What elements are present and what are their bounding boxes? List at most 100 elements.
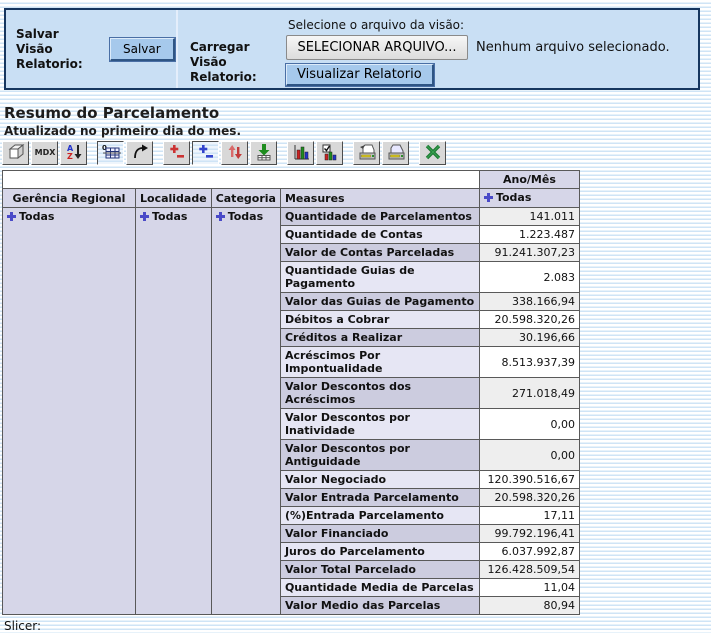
measure-label-cell: Valor Descontos por Inatividade: [280, 409, 479, 440]
drill-replace-button[interactable]: [221, 141, 248, 165]
show-chart-button[interactable]: [287, 141, 314, 165]
measure-value-cell: 141.011: [479, 208, 579, 226]
dimension-member-label: Todas: [19, 210, 54, 223]
measure-label-cell: Valor Total Parcelado: [280, 561, 479, 579]
select-file-button[interactable]: SELECIONAR ARQUIVO...: [286, 35, 468, 60]
measure-label-cell: Valor das Guias de Pagamento: [280, 293, 479, 311]
dimension-member-cell: Todas: [136, 208, 212, 615]
drill-down-icon[interactable]: [484, 192, 493, 205]
plus-minus-red-icon: [168, 143, 186, 164]
drill-down-icon[interactable]: [140, 211, 149, 224]
measure-label-cell: Quantidade Guias de Pagamento: [280, 262, 479, 293]
column-header-row: Ano/Mês: [3, 171, 580, 189]
measure-value-cell: 11,04: [479, 579, 579, 597]
measure-label-cell: Valor Medio das Parcelas: [280, 597, 479, 615]
save-button[interactable]: Salvar: [110, 38, 175, 61]
chart-config-icon: [321, 143, 339, 164]
drill-down-icon[interactable]: [7, 211, 16, 224]
measure-value-cell: 126.428.509,54: [479, 561, 579, 579]
table-zero-icon: 0: [101, 143, 121, 164]
bar-chart-icon: [292, 143, 310, 164]
measure-label-cell: Valor Entrada Parcelamento: [280, 489, 479, 507]
row-dimension-header-gerencia: Gerência Regional: [3, 189, 136, 208]
measure-value-cell: 20.598.320,26: [479, 311, 579, 329]
measure-value-cell: 120.390.516,67: [479, 471, 579, 489]
row-dimension-header-categoria: Categoria: [211, 189, 280, 208]
measure-label-cell: Débitos a Cobrar: [280, 311, 479, 329]
olap-navigator-button[interactable]: [2, 141, 29, 165]
measure-value-cell: 0,00: [479, 440, 579, 471]
load-view-label: Carregar Visão Relatorio:: [190, 40, 286, 88]
cube-icon: [6, 143, 26, 164]
column-member-label: Todas: [496, 191, 531, 204]
print-config-button[interactable]: [353, 141, 380, 165]
measure-value-cell: 91.241.307,23: [479, 244, 579, 262]
print-button[interactable]: [382, 141, 409, 165]
page-title: Resumo do Parcelamento: [4, 104, 711, 122]
show-parent-members-button[interactable]: 0: [97, 141, 124, 165]
corner-cell: [3, 171, 480, 189]
measure-value-cell: 1.223.487: [479, 226, 579, 244]
dimension-member-cell: Todas: [211, 208, 280, 615]
chart-config-button[interactable]: [316, 141, 343, 165]
printer-icon: [386, 143, 406, 164]
measure-value-cell: 6.037.992,87: [479, 543, 579, 561]
measure-label-cell: Quantidade Media de Parcelas: [280, 579, 479, 597]
svg-text:MDX: MDX: [34, 148, 55, 157]
drill-position-button[interactable]: [192, 141, 219, 165]
load-section: Carregar Visão Relatorio: Selecione o ar…: [178, 10, 698, 88]
measure-value-cell: 20.598.320,26: [479, 489, 579, 507]
measure-label-cell: Valor Descontos por Antiguidade: [280, 440, 479, 471]
measure-value-cell: 17,11: [479, 507, 579, 525]
measure-label-cell: Juros do Parcelamento: [280, 543, 479, 561]
export-excel-button[interactable]: [419, 141, 446, 165]
measure-value-cell: 338.166,94: [479, 293, 579, 311]
save-view-label: Salvar Visão Relatorio:: [16, 27, 96, 72]
measure-value-cell: 30.196,66: [479, 329, 579, 347]
row-dimension-header-localidade: Localidade: [136, 189, 212, 208]
measure-label-cell: Quantidade de Contas: [280, 226, 479, 244]
measure-value-cell: 99.792.196,41: [479, 525, 579, 543]
measure-value-cell: 2.083: [479, 262, 579, 293]
swap-axes-icon: [131, 143, 149, 164]
measure-value-cell: 80,94: [479, 597, 579, 615]
measure-value-cell: 0,00: [479, 409, 579, 440]
row-dimension-header-measures: Measures: [280, 189, 479, 208]
slicer-label: Slicer:: [4, 619, 711, 633]
sort-az-icon: A Z: [65, 143, 83, 164]
measure-value-cell: 8.513.937,39: [479, 347, 579, 378]
pivot-toolbar: MDX A Z 0: [2, 141, 711, 165]
dimension-header-row: Gerência Regional Localidade Categoria M…: [3, 189, 580, 208]
dimension-member-cell: Todas: [3, 208, 136, 615]
save-load-panel: Salvar Visão Relatorio: Salvar Carregar …: [4, 8, 700, 90]
measure-label-cell: Valor Descontos dos Acréscimos: [280, 378, 479, 409]
dimension-member-label: Todas: [228, 210, 263, 223]
measure-label-cell: Valor Negociado: [280, 471, 479, 489]
drill-through-icon: [255, 143, 273, 164]
measure-label-cell: Créditos a Realizar: [280, 329, 479, 347]
swap-axes-button[interactable]: [126, 141, 153, 165]
page-subtitle: Atualizado no primeiro dia do mes.: [4, 124, 711, 138]
load-controls: Selecione o arquivo da visão: SELECIONAR…: [286, 16, 670, 88]
column-member-cell: Todas: [479, 189, 579, 208]
measure-label-cell: Valor de Contas Parceladas: [280, 244, 479, 262]
mdx-icon: MDX: [34, 145, 56, 162]
sort-config-button[interactable]: A Z: [60, 141, 87, 165]
mdx-editor-button[interactable]: MDX: [31, 141, 58, 165]
measure-value-cell: 271.018,49: [479, 378, 579, 409]
view-report-button[interactable]: Visualizar Relatorio: [286, 64, 434, 86]
excel-icon: [424, 143, 442, 164]
drill-member-button[interactable]: [163, 141, 190, 165]
up-down-arrows-icon: [226, 143, 244, 164]
measure-label-cell: Acréscimos Por Impontualidade: [280, 347, 479, 378]
drill-through-button[interactable]: [250, 141, 277, 165]
dimension-member-label: Todas: [152, 210, 187, 223]
plus-minus-blue-icon: [197, 143, 215, 164]
table-row: TodasTodasTodasQuantidade de Parcelament…: [3, 208, 580, 226]
drill-down-icon[interactable]: [216, 211, 225, 224]
file-prompt-label: Selecione o arquivo da visão:: [288, 18, 670, 32]
svg-text:Z: Z: [67, 152, 73, 161]
file-status-text: Nenhum arquivo selecionado.: [476, 40, 670, 55]
measure-label-cell: (%)Entrada Parcelamento: [280, 507, 479, 525]
print-config-icon: [357, 143, 377, 164]
